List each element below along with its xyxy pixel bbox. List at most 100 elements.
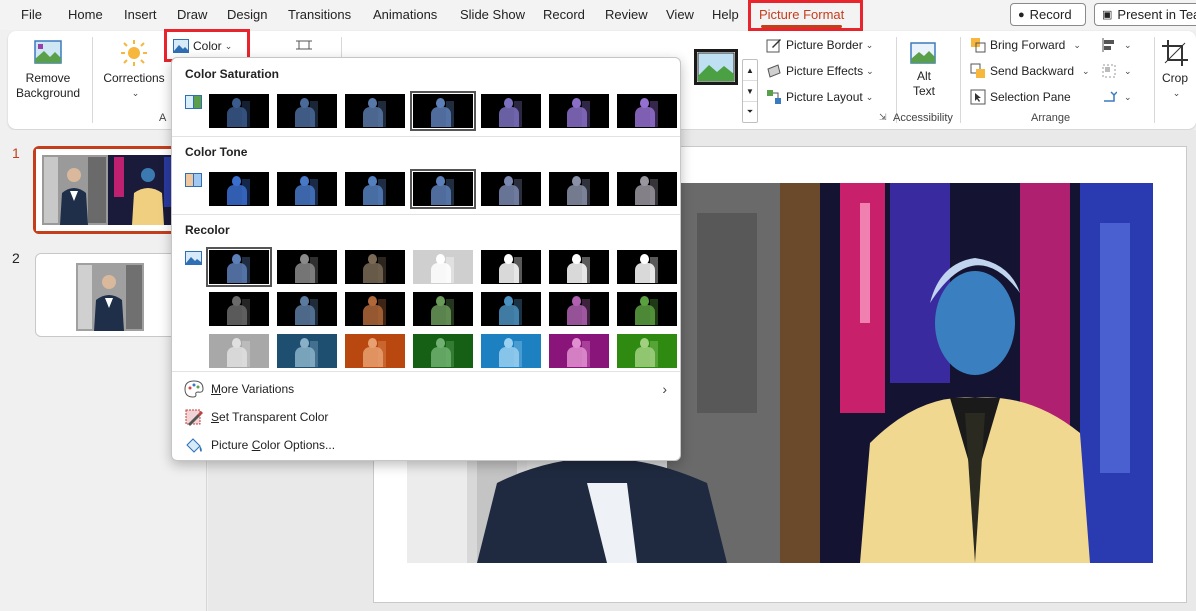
swatch-figure-body xyxy=(295,107,315,127)
remove-background-button[interactable]: Remove Background xyxy=(16,39,80,101)
alt-text-label-1: Alt xyxy=(916,69,931,83)
slide-thumbnail-2[interactable] xyxy=(35,253,193,337)
swatch-figure-body xyxy=(363,347,383,367)
tab-slide-show[interactable]: Slide Show xyxy=(460,7,525,22)
swatch-figure-body xyxy=(567,305,587,325)
recolor-option-1-3[interactable] xyxy=(345,250,405,284)
tone-option-7[interactable] xyxy=(617,172,677,206)
tab-design[interactable]: Design xyxy=(227,7,267,22)
recolor-option-2-6[interactable] xyxy=(549,292,609,326)
swatch-figure-head xyxy=(504,338,513,348)
record-icon: ● xyxy=(1018,8,1025,21)
tab-view[interactable]: View xyxy=(666,7,694,22)
remove-background-label-2: Background xyxy=(16,86,81,100)
swatch-figure-body xyxy=(499,185,519,205)
chevron-down-icon: ⌄ xyxy=(865,91,874,102)
tab-help[interactable]: Help xyxy=(712,7,739,22)
align-button[interactable]: ⌄ xyxy=(1101,37,1132,53)
picture-color-options-item[interactable]: Picture Color Options... xyxy=(181,433,673,457)
tab-review[interactable]: Review xyxy=(605,7,648,22)
swatch-figure-body xyxy=(567,107,587,127)
recolor-option-3-7[interactable] xyxy=(617,334,677,368)
record-button[interactable]: ● Record xyxy=(1010,3,1086,26)
swatch-figure-body xyxy=(635,347,655,367)
recolor-option-3-4[interactable] xyxy=(413,334,473,368)
recolor-option-2-7[interactable] xyxy=(617,292,677,326)
color-saturation-heading: Color Saturation xyxy=(185,67,280,81)
recolor-option-2-5[interactable] xyxy=(481,292,541,326)
recolor-option-1-2[interactable] xyxy=(277,250,337,284)
saturation-option-3[interactable] xyxy=(345,94,405,128)
present-in-teams-button[interactable]: ▣ Present in Tea xyxy=(1094,3,1196,26)
crop-label: Crop xyxy=(1161,71,1188,85)
tone-option-6[interactable] xyxy=(549,172,609,206)
tab-draw[interactable]: Draw xyxy=(177,7,207,22)
swatch-figure-head xyxy=(232,338,241,348)
recolor-option-2-2[interactable] xyxy=(277,292,337,326)
recolor-option-1-1[interactable] xyxy=(206,247,272,287)
recolor-option-1-5[interactable] xyxy=(481,250,541,284)
saturation-option-5[interactable] xyxy=(481,94,541,128)
tone-option-5[interactable] xyxy=(481,172,541,206)
picture-border-button[interactable]: Picture Border ⌄ xyxy=(766,37,873,53)
tab-file[interactable]: File xyxy=(21,7,42,22)
swatch-figure-head xyxy=(436,338,445,348)
crop-button[interactable]: Crop ⌄ xyxy=(1158,39,1192,101)
recolor-option-3-1[interactable] xyxy=(209,334,269,368)
slide-image-right[interactable] xyxy=(780,183,1153,563)
picture-layout-button[interactable]: Picture Layout ⌄ xyxy=(766,89,873,105)
tab-insert[interactable]: Insert xyxy=(124,7,157,22)
more-variations-item[interactable]: More Variations › xyxy=(181,377,673,401)
group-button[interactable]: ⌄ xyxy=(1101,63,1132,79)
alt-text-button[interactable]: Alt Text xyxy=(903,39,945,99)
swatch-figure-head xyxy=(640,296,649,306)
picture-effects-button[interactable]: Picture Effects ⌄ xyxy=(766,63,874,79)
recolor-option-2-4[interactable] xyxy=(413,292,473,326)
tab-record[interactable]: Record xyxy=(543,7,585,22)
tab-transitions[interactable]: Transitions xyxy=(288,7,351,22)
gallery-scroll-down-icon[interactable]: ▼ xyxy=(743,81,757,102)
picture-styles-launcher-icon[interactable]: ⇲ xyxy=(879,112,887,123)
tab-animations[interactable]: Animations xyxy=(373,7,437,22)
saturation-option-6[interactable] xyxy=(549,94,609,128)
gallery-scroll-up-icon[interactable]: ▲ xyxy=(743,60,757,81)
tone-option-3[interactable] xyxy=(345,172,405,206)
tab-picture-format[interactable]: Picture Format xyxy=(759,7,844,28)
saturation-option-2[interactable] xyxy=(277,94,337,128)
gallery-more-icon[interactable]: ⏷ xyxy=(743,102,757,122)
paint-bucket-icon xyxy=(186,438,202,453)
swatch-figure-body xyxy=(227,185,247,205)
slide-thumbnail-1[interactable] xyxy=(33,146,193,234)
recolor-option-2-1[interactable] xyxy=(209,292,269,326)
corrections-button[interactable]: Corrections ⌄ xyxy=(100,39,168,101)
recolor-option-2-3[interactable] xyxy=(345,292,405,326)
tone-option-4[interactable] xyxy=(410,169,476,209)
selection-pane-button[interactable]: Selection Pane xyxy=(970,89,1071,105)
swatch-figure-body xyxy=(363,305,383,325)
tone-option-1[interactable] xyxy=(209,172,269,206)
recolor-option-1-6[interactable] xyxy=(549,250,609,284)
recolor-option-3-6[interactable] xyxy=(549,334,609,368)
tab-home[interactable]: Home xyxy=(68,7,103,22)
tone-option-2[interactable] xyxy=(277,172,337,206)
recolor-option-1-4[interactable] xyxy=(413,250,473,284)
gallery-scroll[interactable]: ▲ ▼ ⏷ xyxy=(742,59,758,123)
recolor-option-1-7[interactable] xyxy=(617,250,677,284)
send-backward-button[interactable]: Send Backward ⌄ xyxy=(970,63,1090,79)
saturation-option-7[interactable] xyxy=(617,94,677,128)
recolor-option-3-2[interactable] xyxy=(277,334,337,368)
rotate-button[interactable]: ⌄ xyxy=(1101,89,1132,105)
swatch-figure-body xyxy=(499,263,519,283)
picture-border-icon xyxy=(766,39,781,53)
color-button[interactable]: Color ⌄ xyxy=(173,38,232,54)
saturation-option-4[interactable] xyxy=(410,91,476,131)
set-transparent-color-item[interactable]: Set Transparent Color xyxy=(181,405,673,429)
recolor-option-3-3[interactable] xyxy=(345,334,405,368)
saturation-option-1[interactable] xyxy=(209,94,269,128)
recolor-option-3-5[interactable] xyxy=(481,334,541,368)
chevron-down-icon: ⌄ xyxy=(1124,39,1132,50)
picture-style-thumbnail[interactable] xyxy=(694,49,738,85)
picture-effects-label: Picture Effects xyxy=(786,64,864,78)
bring-forward-button[interactable]: Bring Forward ⌄ xyxy=(970,37,1081,53)
menu-separator xyxy=(172,371,680,372)
